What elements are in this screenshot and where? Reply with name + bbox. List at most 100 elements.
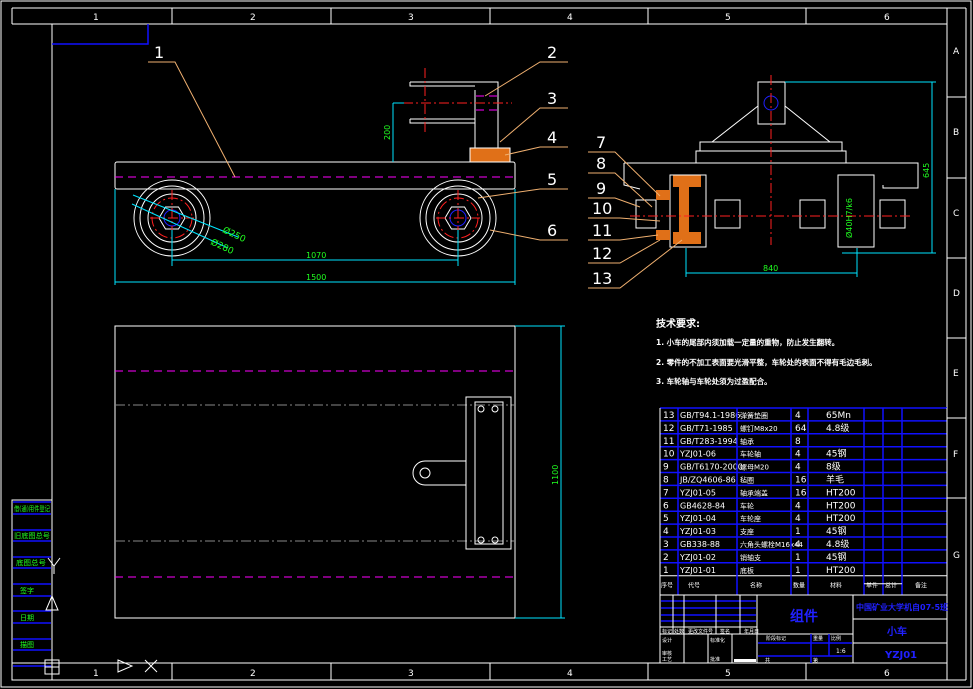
part-name: 车轮 <box>740 501 754 510</box>
header-unit_w: 单件 <box>866 582 878 590</box>
table-row: 10 YZJ01-06 车轮轴 4 45钢 <box>660 445 947 460</box>
ucs-icon <box>44 557 158 675</box>
column-label: 2 <box>250 13 256 23</box>
table-row: 5 YZJ01-04 车轮座 4 HT200 <box>660 510 947 524</box>
school-name: 中国矿业大学机自07-5班 <box>856 602 948 612</box>
dim-bracket-height: 200 <box>383 125 392 140</box>
part-qty: 4 <box>795 411 801 421</box>
balloon-10: 10 <box>592 199 612 218</box>
table-row: 1 YZJ01-01 底板 1 HT200 <box>660 562 947 576</box>
row-label: F <box>953 450 958 460</box>
tb-mark: 标记 <box>662 628 672 635</box>
part-no: 13 <box>663 411 674 421</box>
header-material: 材料 <box>830 582 842 590</box>
column-label: 5 <box>725 13 731 23</box>
tb-weight: 重量 <box>813 635 823 642</box>
tb-change-doc: 更改文件号 <box>688 628 713 635</box>
part-name: 螺母M20 <box>740 463 769 472</box>
tb-sign: 签名 <box>720 628 730 635</box>
dim-wheelbase: 1070 <box>306 251 326 260</box>
balloon-5: 5 <box>547 170 557 189</box>
strip-label: 签字 <box>20 586 34 595</box>
tb-scale-value: 1:6 <box>836 648 846 655</box>
part-name: 毡圈 <box>740 476 754 485</box>
part-name: 车轮轴 <box>740 450 761 459</box>
tech-req-item: 1. 小车的尾部内须加载一定量的重物，防止发生翻转。 <box>656 337 839 347</box>
part-qty: 8 <box>795 437 801 447</box>
column-label: 1 <box>93 13 99 23</box>
table-row: 9 GB/T6170-2000螺母M20 4 8级 <box>660 458 947 473</box>
strip-label: 旧底图总号 <box>14 531 50 540</box>
part-name: 车轮座 <box>740 514 761 523</box>
part-no: 11 <box>663 437 674 447</box>
part-code: GB/T71-1985 <box>680 424 733 433</box>
dim-fit: Ø40H7/k6 <box>844 198 854 238</box>
tech-req-item: 2. 零件的不加工表面要光滑平整，车轮处的表面不得有毛边毛刺。 <box>656 357 877 367</box>
part-name: 螺钉M8x20 <box>740 424 778 433</box>
part-material: 65Mn <box>826 411 851 421</box>
part-material: 羊毛 <box>826 474 844 486</box>
part-code: YZJ01-03 <box>679 527 716 536</box>
part-no: 8 <box>663 476 669 486</box>
part-code: GB338-88 <box>680 540 720 549</box>
table-row: 4 YZJ01-03 支座 1 45钢 <box>660 523 947 537</box>
part-name: 弹簧垫圈 <box>740 411 768 420</box>
tb-process: 工艺 <box>662 657 672 663</box>
part-qty: 1 <box>795 566 801 576</box>
part-material: 45钢 <box>826 448 846 460</box>
part-qty: 4 <box>795 501 801 511</box>
balloon-4: 4 <box>547 128 557 147</box>
table-row: 11 GB/T283-1994 轴承 8 <box>660 433 947 447</box>
part-name: 底板 <box>740 566 754 575</box>
tech-req-item: 3. 车轮轴与车轮处须为过盈配合。 <box>656 376 772 386</box>
top-view: 1100 <box>114 325 565 619</box>
part-no: 1 <box>663 566 669 576</box>
part-name: 六角头螺栓M16x44 <box>740 540 804 549</box>
balloon-8: 8 <box>596 154 606 173</box>
part-material: 45钢 <box>826 551 846 563</box>
tb-approve: 批准 <box>710 656 720 663</box>
drawing-number: YZJ01 <box>884 650 917 661</box>
column-label: 2 <box>250 669 256 679</box>
balloon-9: 9 <box>596 179 606 198</box>
tb-date: 年月日 <box>744 628 759 635</box>
side-view: 840 645 Ø40H7/k6 <box>623 75 936 277</box>
part-qty: 1 <box>795 553 801 563</box>
front-view: Ø250 Ø280 1070 1500 200 <box>114 68 516 285</box>
cad-drawing: 1 2 3 4 5 6 1 2 3 4 5 6 A B C D E F G 借(… <box>0 0 972 688</box>
table-row: 7 YZJ01-05 轴承端盖 16 HT200 <box>660 484 947 498</box>
tb-total: 共 <box>765 657 770 664</box>
part-code: GB4628-84 <box>680 501 725 510</box>
part-material: 45钢 <box>826 525 846 537</box>
part-qty: 64 <box>795 424 807 434</box>
column-label: 4 <box>567 669 573 679</box>
header-name: 名称 <box>750 582 762 590</box>
dim-track: 840 <box>763 264 778 273</box>
part-name: 小车 <box>886 625 907 638</box>
part-qty: 16 <box>795 488 807 498</box>
tb-review: 审核 <box>662 650 672 657</box>
table-row: 3 GB338-88 六角头螺栓M16x444 4.8级 <box>660 536 947 550</box>
part-code: YZJ01-02 <box>679 553 716 562</box>
balloon-2: 2 <box>547 43 557 62</box>
strip-label: 借(通)用件登记 <box>14 504 50 513</box>
column-label: 4 <box>567 13 573 23</box>
parts-table: 13 GB/T94.1-1986 弹簧垫圈 4 65Mn12 GB/T71-1985 螺钉M… <box>659 407 948 595</box>
part-code: YZJ01-05 <box>679 488 716 497</box>
part-no: 7 <box>663 488 669 498</box>
header-qty: 数量 <box>793 582 805 590</box>
part-material: HT200 <box>826 566 856 576</box>
part-code: GB/T283-1994 <box>680 437 738 446</box>
leader-3 <box>499 107 568 143</box>
balloon-6: 6 <box>547 221 557 240</box>
strip-label: 日期 <box>20 614 34 622</box>
left-strip: 借(通)用件登记 旧底图总号 底图总号 签字 日期 描图 <box>11 499 53 681</box>
part-no: 9 <box>663 463 669 473</box>
dim-wheel-d1: Ø250 <box>221 225 248 245</box>
part-no: 4 <box>663 527 669 537</box>
assembly-title: 组件 <box>790 608 818 625</box>
tech-req-title: 技术要求: <box>656 317 700 330</box>
header-no: 序号 <box>661 582 673 590</box>
row-label: E <box>953 369 959 379</box>
part-no: 10 <box>663 450 675 460</box>
